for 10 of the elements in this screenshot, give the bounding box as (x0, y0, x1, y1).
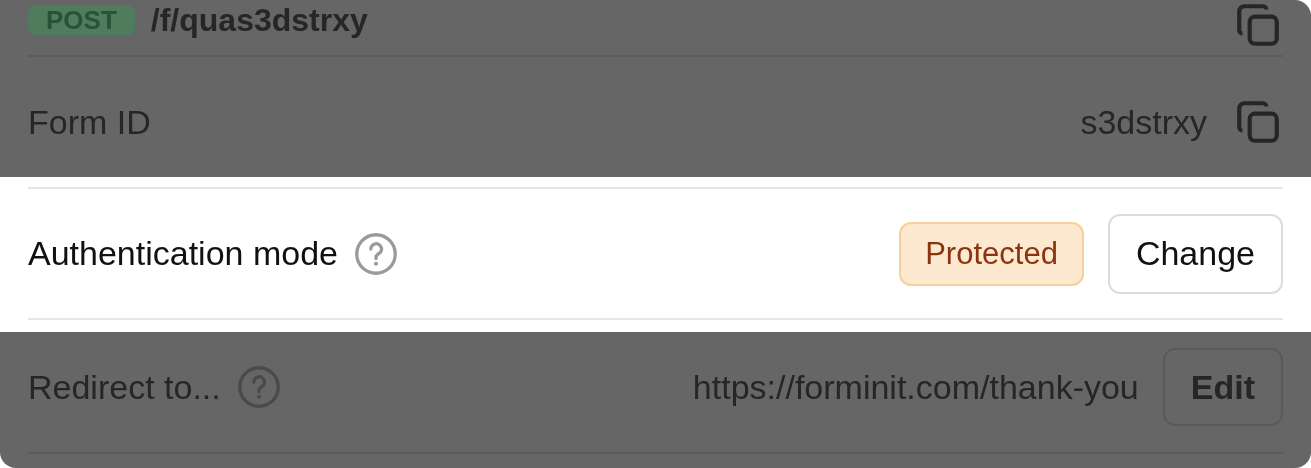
help-icon[interactable] (236, 365, 281, 409)
row-label: Form ID (28, 102, 151, 142)
endpoint-path: /f/quas3dstrxy (150, 1, 368, 40)
change-button[interactable]: Change (1107, 213, 1283, 294)
row-value: s3dstrxy (1080, 102, 1207, 142)
row-label: Redirect to... (28, 367, 221, 407)
help-icon[interactable] (354, 231, 398, 276)
row-value: https://forminit.com/thank-you (692, 367, 1139, 407)
row-label: Authentication mode (28, 234, 338, 273)
status-badge: Protected (899, 221, 1084, 286)
